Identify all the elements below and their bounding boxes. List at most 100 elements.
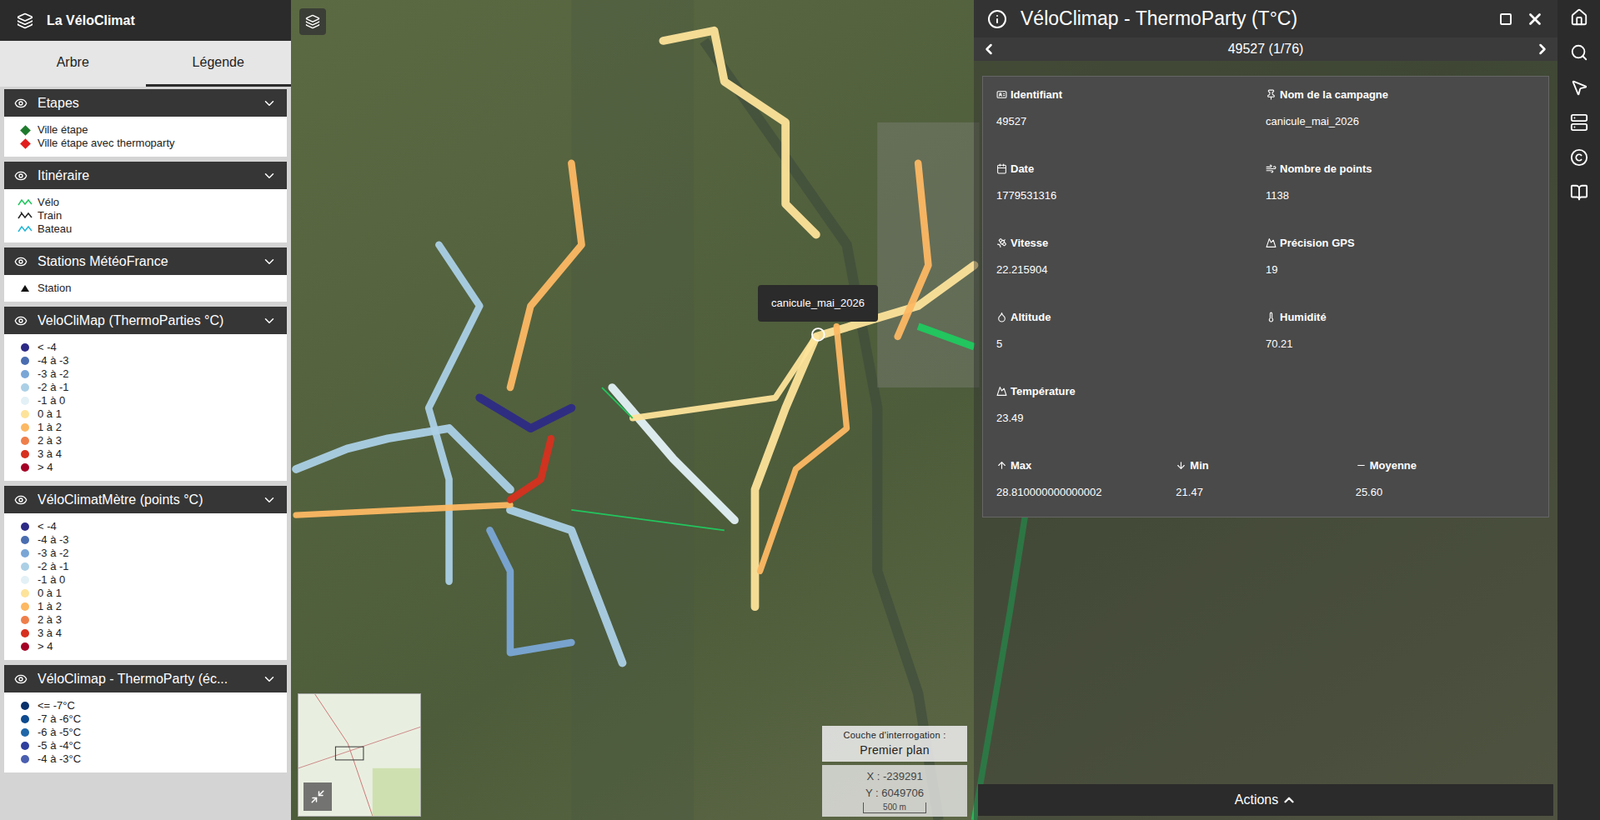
color-dot-icon (20, 410, 30, 419)
layers-icon[interactable] (16, 12, 34, 30)
actions-bar[interactable]: Actions (978, 784, 1554, 817)
field-icon (996, 163, 1008, 175)
legend-item: 3 à 4 (17, 626, 274, 641)
feature-field: Humidité70.21 (1265, 309, 1535, 352)
feature-field: Vitesse22.215904 (996, 235, 1266, 278)
legend-item: 1 à 2 (17, 600, 274, 614)
tab[interactable]: Légende (145, 40, 292, 87)
color-dot-icon (20, 589, 30, 598)
minimap[interactable] (297, 693, 422, 818)
eye-icon[interactable] (14, 96, 28, 111)
line-icon (17, 224, 33, 235)
legend-item: -4 à -3 (17, 533, 274, 547)
layers-icon[interactable] (305, 14, 321, 30)
home-icon[interactable] (1569, 8, 1589, 27)
map-tooltip: canicule_mai_2026 (757, 285, 878, 322)
layer-switch-button[interactable] (299, 8, 327, 36)
legend-group-header[interactable]: Stations MétéoFrance (4, 247, 287, 276)
search-icon[interactable] (1569, 43, 1589, 62)
legend-item: Train (17, 209, 274, 223)
color-dot-icon (20, 396, 30, 406)
chevron-up-icon[interactable] (1281, 792, 1297, 808)
color-dot-icon (20, 629, 30, 638)
copyright-icon[interactable] (1569, 148, 1589, 167)
line-icon (17, 197, 33, 208)
legend-group-body: Ville étapeVille étape avec thermoparty (4, 116, 287, 157)
feature-card: Identifiant49527Nom de la campagnecanicu… (982, 75, 1550, 518)
eye-icon[interactable] (14, 314, 28, 328)
legend-item: -3 à -2 (17, 367, 274, 382)
chevron-down-icon[interactable] (261, 95, 277, 111)
legend-item: -2 à -1 (17, 381, 274, 395)
legend-item: -4 à -3 (17, 354, 274, 368)
next-icon[interactable] (1534, 40, 1551, 58)
color-dot-icon (20, 702, 30, 711)
legend-group-header[interactable]: VeloCliMap (ThermoParties °C) (4, 306, 287, 335)
eye-icon[interactable] (14, 255, 28, 269)
table-icon[interactable] (1569, 113, 1589, 132)
legend-item: -5 à -4°C (17, 739, 274, 753)
feature-field: Précision GPS19 (1265, 235, 1535, 278)
color-dot-icon (20, 450, 30, 459)
chevron-down-icon[interactable] (261, 313, 277, 329)
legend-group-header[interactable]: VéloClimatMètre (points °C) (4, 486, 287, 514)
legend-group-body: < -4-4 à -3-3 à -2-2 à -1-1 à 00 à 11 à … (4, 334, 287, 482)
toolbar (1557, 0, 1600, 820)
color-dot-icon (20, 536, 30, 545)
color-dot-icon (20, 356, 30, 366)
legend-item: 0 à 1 (17, 407, 274, 422)
legend-item: 1 à 2 (17, 421, 274, 435)
legend-group: VeloCliMap (ThermoParties °C)< -4-4 à -3… (4, 306, 287, 482)
color-dot-icon (20, 423, 30, 432)
field-icon (996, 311, 1008, 323)
feature-field: Date1779531316 (996, 160, 1266, 204)
minimap-collapse-button[interactable] (303, 782, 332, 812)
map-info: Couche d'interrogation :Premier planX : … (822, 726, 968, 818)
legend-group-body: VéloTrainBateau (4, 189, 287, 243)
legend-item: -1 à 0 (17, 394, 274, 408)
feature-field: Température23.49 (996, 383, 1266, 427)
legend-group-header[interactable]: Itinéraire (4, 161, 287, 190)
chevron-down-icon[interactable] (261, 492, 277, 508)
legend: EtapesVille étapeVille étape avec thermo… (0, 86, 291, 773)
close-icon[interactable] (1525, 10, 1545, 29)
collapse-icon[interactable] (310, 789, 326, 805)
color-dot-icon (20, 642, 30, 652)
legend-item: 0 à 1 (17, 586, 274, 601)
legend-item: 3 à 4 (17, 447, 274, 462)
color-dot-icon (20, 463, 30, 472)
eye-icon[interactable] (14, 169, 28, 183)
coords-box: X : -239291Y : 6049706500 m (822, 765, 968, 818)
scale-bar: 500 m (862, 802, 927, 814)
legend-group: ItinéraireVéloTrainBateau (4, 161, 287, 243)
legend-group-header[interactable]: Etapes (4, 89, 287, 117)
prev-icon[interactable] (980, 40, 998, 58)
color-dot-icon (20, 522, 30, 532)
stat-field: Max28.810000000000002 (996, 457, 1176, 501)
book-icon[interactable] (1569, 183, 1589, 202)
query-layer-box[interactable]: Couche d'interrogation :Premier plan (822, 726, 968, 763)
sidebar-header: La VéloClimat (0, 0, 291, 41)
chevron-down-icon[interactable] (261, 672, 277, 688)
tab[interactable]: Arbre (0, 40, 146, 87)
maximize-icon[interactable] (1499, 12, 1513, 26)
tabs: ArbreLégende (0, 40, 291, 87)
eye-icon[interactable] (14, 672, 28, 687)
field-icon (1265, 89, 1277, 101)
map[interactable]: canicule_mai_2026 Couche d'interrogation … (290, 0, 1558, 820)
chevron-down-icon[interactable] (261, 254, 277, 270)
field-icon (1265, 163, 1277, 175)
legend-group-body: < -4-4 à -3-3 à -2-2 à -1-1 à 00 à 11 à … (4, 513, 287, 661)
eye-icon[interactable] (14, 493, 28, 507)
diamond-icon (20, 138, 31, 150)
legend-group: Stations MétéoFrance Station (4, 247, 287, 302)
legend-item: > 4 (17, 461, 274, 475)
legend-group: EtapesVille étapeVille étape avec thermo… (4, 89, 287, 157)
chevron-down-icon[interactable] (261, 168, 277, 184)
legend-item: -6 à -5°C (17, 726, 274, 740)
legend-item: Station (17, 281, 274, 296)
legend-group: VéloClimap - ThermoParty (éc...<= -7°C-7… (4, 665, 287, 773)
color-dot-icon (20, 370, 30, 379)
pointer-icon[interactable] (1569, 78, 1589, 97)
legend-group-header[interactable]: VéloClimap - ThermoParty (éc... (4, 665, 287, 693)
